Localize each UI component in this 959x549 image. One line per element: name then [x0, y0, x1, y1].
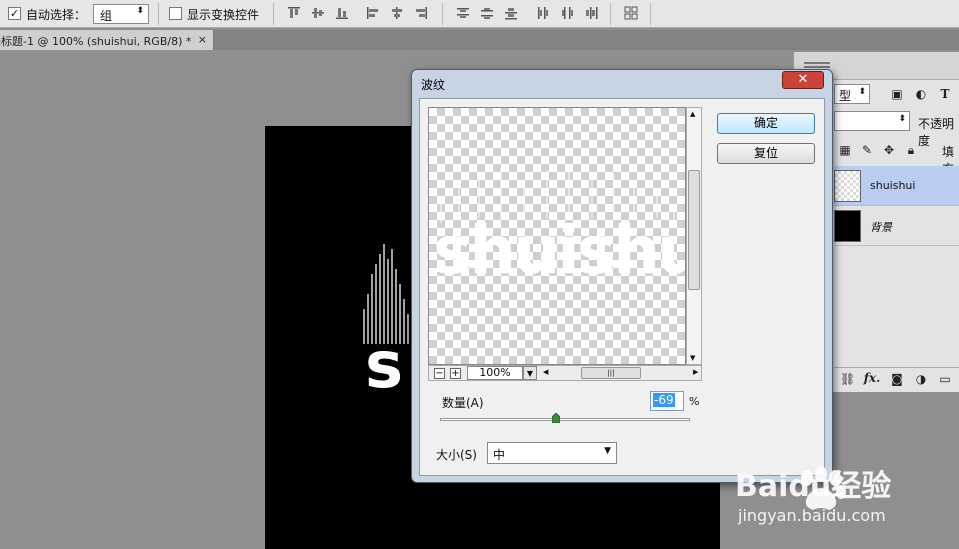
- layer-style-icon[interactable]: fx.: [862, 371, 882, 385]
- preview-vertical-scrollbar[interactable]: ▲ ▼: [686, 107, 702, 365]
- auto-select-checkbox[interactable]: ✓: [8, 7, 21, 20]
- zoom-value[interactable]: 100%: [467, 366, 523, 380]
- layer-thumbnail: [834, 170, 861, 202]
- layer-kind-filter[interactable]: 型 ⬍: [834, 84, 870, 104]
- distribute-bottom-icon[interactable]: [504, 6, 518, 20]
- zoom-in-button[interactable]: +: [450, 368, 461, 379]
- zoom-dropdown-arrow-icon[interactable]: ▼: [523, 366, 537, 380]
- size-value: 中: [493, 448, 506, 462]
- auto-select-label: 自动选择：: [26, 8, 87, 22]
- layer-name: 背景: [870, 221, 892, 234]
- align-bottom-edges-icon[interactable]: [335, 6, 349, 20]
- amount-value: -69: [653, 393, 675, 407]
- dialog-body: shuishui ▲ ▼ − + 100% ▼ ◀ ||| ▶ 确定 复位 数量…: [419, 98, 825, 476]
- layers-panel-toolbar: ⛓ fx. ◙ ◑ ▭: [834, 367, 959, 389]
- link-layers-icon[interactable]: ⛓: [840, 372, 855, 386]
- close-icon[interactable]: ✕: [782, 71, 824, 89]
- distribute-right-icon[interactable]: [584, 6, 598, 20]
- add-mask-icon[interactable]: ◙: [890, 372, 904, 386]
- new-group-icon[interactable]: ▭: [938, 372, 952, 386]
- lock-paint-icon[interactable]: ✎: [860, 143, 874, 157]
- image-filter-icon[interactable]: ▣: [890, 87, 904, 101]
- show-transform-label: 显示变换控件: [187, 8, 260, 22]
- separator: [158, 3, 159, 25]
- blend-mode-dropdown[interactable]: ⬍: [834, 111, 910, 131]
- ok-button[interactable]: 确定: [717, 113, 815, 134]
- document-tab[interactable]: 未标题-1 @ 100% (shuishui, RGB/8) * ×: [0, 30, 214, 50]
- type-filter-icon[interactable]: T: [938, 87, 952, 101]
- options-bar: ✓ 自动选择： 组 ⬍ 显示变换控件: [0, 0, 959, 28]
- amount-slider-thumb[interactable]: [552, 413, 561, 423]
- new-adjustment-icon[interactable]: ◑: [914, 372, 928, 386]
- distribute-vertical-centers-icon[interactable]: [480, 6, 494, 20]
- document-tab-bar: 未标题-1 @ 100% (shuishui, RGB/8) * ×: [0, 30, 959, 50]
- watermark-url: jingyan.baidu.com: [738, 506, 886, 525]
- baidu-logo: Baidu经验: [735, 466, 891, 510]
- separator: [442, 3, 443, 25]
- size-dropdown[interactable]: 中 ▼: [487, 442, 617, 464]
- amount-input[interactable]: -69: [650, 391, 684, 411]
- updown-arrow-icon: ⬍: [136, 6, 144, 16]
- chevron-down-icon: ▼: [604, 446, 611, 456]
- align-top-edges-icon[interactable]: [287, 6, 301, 20]
- scroll-left-icon[interactable]: ◀: [543, 368, 548, 376]
- distribute-top-icon[interactable]: [456, 6, 470, 20]
- lock-transparent-icon[interactable]: ▦: [838, 143, 852, 157]
- ripple-dialog: 波纹 ✕ shuishui ▲ ▼ − + 100%: [411, 69, 833, 483]
- lock-position-icon[interactable]: ✥: [882, 143, 896, 157]
- preview-text: shuishui: [433, 212, 686, 289]
- separator: [610, 3, 611, 25]
- distribute-horizontal-centers-icon[interactable]: [560, 6, 574, 20]
- layer-row-shuishui[interactable]: shuishui: [834, 166, 959, 206]
- panel-menu-icon[interactable]: [804, 62, 830, 68]
- auto-align-layers-icon[interactable]: [624, 6, 638, 20]
- distribute-left-icon[interactable]: [536, 6, 550, 20]
- auto-select-value: 组: [100, 9, 113, 23]
- preview-zoom-bar: − + 100% ▼ ◀ ||| ▶: [428, 365, 702, 381]
- close-tab-icon[interactable]: ×: [198, 33, 207, 46]
- document-tab-title: 未标题-1 @ 100% (shuishui, RGB/8) *: [0, 35, 192, 48]
- updown-arrow-icon: ⬍: [858, 87, 866, 97]
- horizontal-scrollbar-thumb[interactable]: |||: [581, 367, 641, 379]
- zoom-out-button[interactable]: −: [434, 368, 445, 379]
- watermark-brand: Baidu经验: [735, 469, 891, 504]
- canvas-text: s: [365, 329, 403, 403]
- show-transform-checkbox[interactable]: [169, 7, 182, 20]
- align-vertical-centers-icon[interactable]: [311, 6, 325, 20]
- scrollbar-thumb[interactable]: [688, 170, 700, 290]
- scroll-down-icon[interactable]: ▼: [690, 354, 695, 362]
- layer-name: shuishui: [870, 179, 916, 192]
- align-right-edges-icon[interactable]: [414, 6, 428, 20]
- amount-label: 数量(A): [442, 396, 484, 410]
- separator: [650, 3, 651, 25]
- scroll-up-icon[interactable]: ▲: [690, 110, 695, 118]
- layer-thumbnail: [834, 210, 861, 242]
- layer-kind-value: 型: [839, 89, 852, 103]
- updown-arrow-icon: ⬍: [898, 114, 906, 124]
- separator: [273, 3, 274, 25]
- size-label: 大小(S): [436, 448, 477, 462]
- lock-all-icon[interactable]: 🔒︎: [904, 143, 918, 157]
- align-horizontal-centers-icon[interactable]: [390, 6, 404, 20]
- adjustment-filter-icon[interactable]: ◐: [914, 87, 928, 101]
- auto-select-dropdown[interactable]: 组 ⬍: [93, 4, 149, 24]
- layer-row-background[interactable]: 背景: [834, 206, 959, 246]
- amount-unit: %: [689, 395, 700, 408]
- amount-slider-track[interactable]: [440, 418, 690, 421]
- scroll-right-icon[interactable]: ▶: [693, 368, 698, 376]
- align-left-edges-icon[interactable]: [366, 6, 380, 20]
- dialog-title: 波纹: [421, 78, 446, 92]
- reset-button[interactable]: 复位: [717, 143, 815, 164]
- preview-rippled-text: shuishui: [433, 166, 686, 289]
- filter-preview[interactable]: shuishui: [428, 107, 686, 365]
